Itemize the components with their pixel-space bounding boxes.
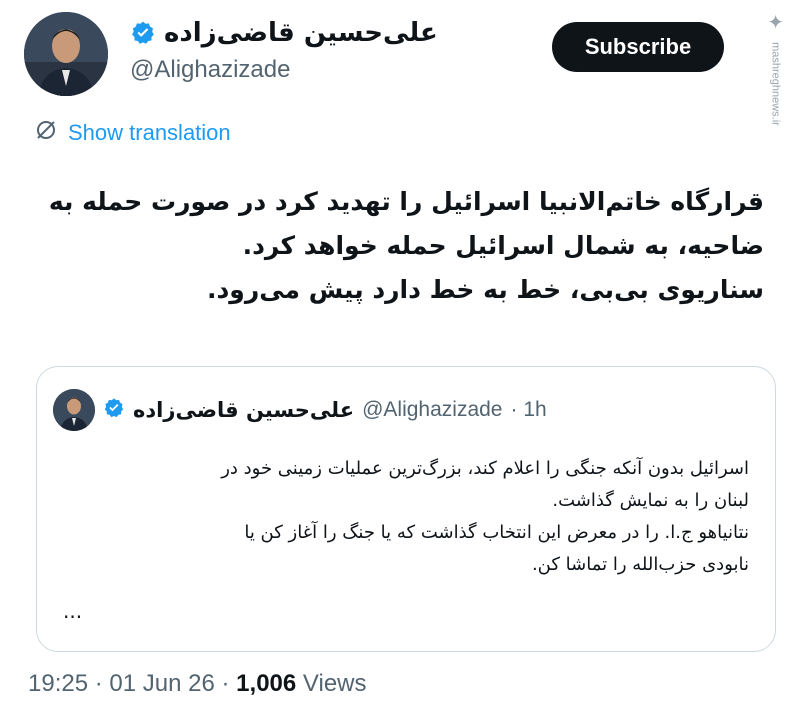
views-label: Views — [302, 670, 367, 697]
quoted-more-ellipsis: ... — [63, 599, 83, 623]
quoted-line: نابودی حزب‌الله را تماشا کن. — [531, 554, 749, 575]
tweet-meta: 19:25 · 01 Jun 26 · 1,006 Views — [28, 670, 367, 698]
verified-badge-icon — [130, 20, 156, 46]
subscribe-button[interactable]: Subscribe — [552, 22, 724, 72]
author-display-name[interactable]: علی‌حسین قاضی‌زاده — [164, 18, 438, 48]
author-handle[interactable]: @Alighazizade — [130, 56, 290, 84]
tweet-date[interactable]: 01 Jun 26 — [109, 670, 214, 697]
tweet-line: ضاحیه، به شمال اسرائیل حمله خواهد کرد. — [242, 231, 764, 260]
quoted-tweet-header: علی‌حسین قاضی‌زاده @Alighazizade · 1h — [53, 389, 547, 431]
tweet-time[interactable]: 19:25 — [28, 670, 88, 697]
meta-separator: · — [221, 670, 230, 697]
tweet-line: سناریوی بی‌بی، خط به خط دارد پیش می‌رود. — [206, 275, 764, 304]
meta-separator: · — [94, 670, 103, 697]
quoted-author-handle: @Alighazizade — [362, 398, 503, 421]
avatar-photo — [53, 389, 95, 431]
views-count: 1,006 — [236, 670, 297, 697]
tweet-line: قرارگاه خاتم‌الانبیا اسرائیل را تهدید کر… — [48, 187, 764, 216]
quoted-line: اسرائیل بدون آنکه جنگی را اعلام کند، بزر… — [221, 458, 749, 479]
quoted-line: نتانیاهو ج.ا. را در معرض این انتخاب گذاش… — [244, 522, 749, 543]
site-watermark: ✦ mashreghnews.ir — [734, 10, 784, 130]
watermark-logo-icon: ✦ — [767, 12, 784, 34]
quoted-tweet-text: اسرائیل بدون آنکه جنگی را اعلام کند، بزر… — [63, 453, 749, 581]
avatar-photo — [24, 12, 108, 96]
author-name-row: علی‌حسین قاضی‌زاده — [130, 18, 438, 48]
tweet-text: قرارگاه خاتم‌الانبیا اسرائیل را تهدید کر… — [30, 180, 764, 312]
quoted-tweet-card[interactable]: علی‌حسین قاضی‌زاده @Alighazizade · 1h اس… — [36, 366, 776, 652]
show-translation-label[interactable]: Show translation — [68, 120, 231, 146]
quoted-author-avatar — [53, 389, 95, 431]
author-avatar[interactable] — [24, 12, 108, 96]
verified-badge-icon — [103, 397, 125, 423]
quoted-line: لبنان را به نمایش گذاشت. — [552, 490, 749, 511]
watermark-text: mashreghnews.ir — [769, 42, 782, 126]
globe-slash-icon — [34, 118, 58, 148]
quoted-author-name: علی‌حسین قاضی‌زاده — [133, 398, 355, 422]
show-translation-link[interactable]: Show translation — [34, 118, 231, 148]
quoted-tweet-time: · 1h — [510, 398, 547, 421]
